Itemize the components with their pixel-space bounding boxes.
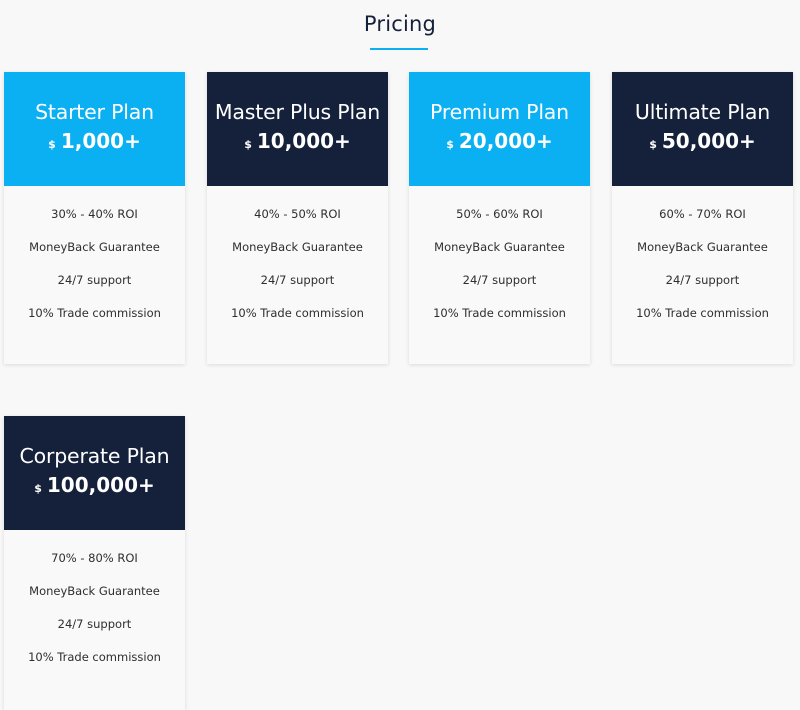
currency-symbol: $	[446, 138, 454, 151]
feature-item: 30% - 40% ROI	[51, 207, 138, 221]
plan-price: $ 10,000+	[244, 129, 351, 157]
plan-header: Master Plus Plan $ 10,000+	[207, 72, 388, 186]
plan-price: $ 1,000+	[48, 129, 141, 157]
feature-item: 24/7 support	[260, 273, 335, 287]
feature-item: MoneyBack Guarantee	[29, 240, 160, 254]
plan-name: Starter Plan	[35, 100, 154, 124]
plan-price: $ 50,000+	[649, 129, 756, 157]
plan-card-starter[interactable]: Starter Plan $ 1,000+ 30% - 40% ROI Mone…	[4, 72, 185, 364]
feature-list: 40% - 50% ROI MoneyBack Guarantee 24/7 s…	[207, 186, 388, 338]
plan-name: Ultimate Plan	[634, 100, 771, 124]
feature-item: 60% - 70% ROI	[659, 207, 746, 221]
plan-header: Ultimate Plan $ 50,000+	[612, 72, 793, 186]
feature-item: 10% Trade commission	[433, 306, 566, 320]
plan-name: Premium Plan	[430, 100, 569, 124]
currency-symbol: $	[48, 138, 56, 151]
feature-item: 24/7 support	[57, 273, 132, 287]
feature-item: MoneyBack Guarantee	[637, 240, 768, 254]
plan-name: Corperate Plan	[19, 444, 170, 468]
plan-card-ultimate[interactable]: Ultimate Plan $ 50,000+ 60% - 70% ROI Mo…	[612, 72, 793, 364]
feature-item: 10% Trade commission	[28, 650, 161, 664]
price-amount: 100,000+	[46, 473, 155, 497]
price-amount: 50,000+	[661, 129, 756, 153]
feature-item: MoneyBack Guarantee	[232, 240, 363, 254]
plan-header: Premium Plan $ 20,000+	[409, 72, 590, 186]
plan-card-premium[interactable]: Premium Plan $ 20,000+ 50% - 60% ROI Mon…	[409, 72, 590, 364]
plan-card-corporate[interactable]: Corperate Plan $ 100,000+ 70% - 80% ROI …	[4, 416, 185, 710]
feature-item: 10% Trade commission	[231, 306, 364, 320]
plan-header: Starter Plan $ 1,000+	[4, 72, 185, 186]
currency-symbol: $	[34, 482, 42, 495]
feature-item: 24/7 support	[57, 617, 132, 631]
plan-card-master-plus[interactable]: Master Plus Plan $ 10,000+ 40% - 50% ROI…	[207, 72, 388, 364]
price-amount: 1,000+	[60, 129, 141, 153]
plan-header: Corperate Plan $ 100,000+	[4, 416, 185, 530]
feature-item: 10% Trade commission	[28, 306, 161, 320]
feature-item: 70% - 80% ROI	[51, 551, 138, 565]
feature-item: MoneyBack Guarantee	[29, 584, 160, 598]
feature-item: 10% Trade commission	[636, 306, 769, 320]
price-amount: 10,000+	[256, 129, 351, 153]
feature-item: 40% - 50% ROI	[254, 207, 341, 221]
feature-list: 50% - 60% ROI MoneyBack Guarantee 24/7 s…	[409, 186, 590, 338]
plan-price: $ 100,000+	[34, 473, 155, 501]
title-underline	[370, 48, 428, 50]
feature-item: MoneyBack Guarantee	[434, 240, 565, 254]
feature-item: 50% - 60% ROI	[456, 207, 543, 221]
price-amount: 20,000+	[458, 129, 553, 153]
pricing-page: Pricing Starter Plan $ 1,000+ 30% - 40% …	[0, 0, 800, 710]
currency-symbol: $	[244, 138, 252, 151]
feature-list: 30% - 40% ROI MoneyBack Guarantee 24/7 s…	[4, 186, 185, 338]
feature-item: 24/7 support	[665, 273, 740, 287]
plan-price: $ 20,000+	[446, 129, 553, 157]
feature-item: 24/7 support	[462, 273, 537, 287]
section-title: Pricing	[363, 12, 437, 36]
feature-list: 60% - 70% ROI MoneyBack Guarantee 24/7 s…	[612, 186, 793, 338]
plan-name: Master Plus Plan	[214, 100, 381, 124]
currency-symbol: $	[649, 138, 657, 151]
feature-list: 70% - 80% ROI MoneyBack Guarantee 24/7 s…	[4, 530, 185, 682]
